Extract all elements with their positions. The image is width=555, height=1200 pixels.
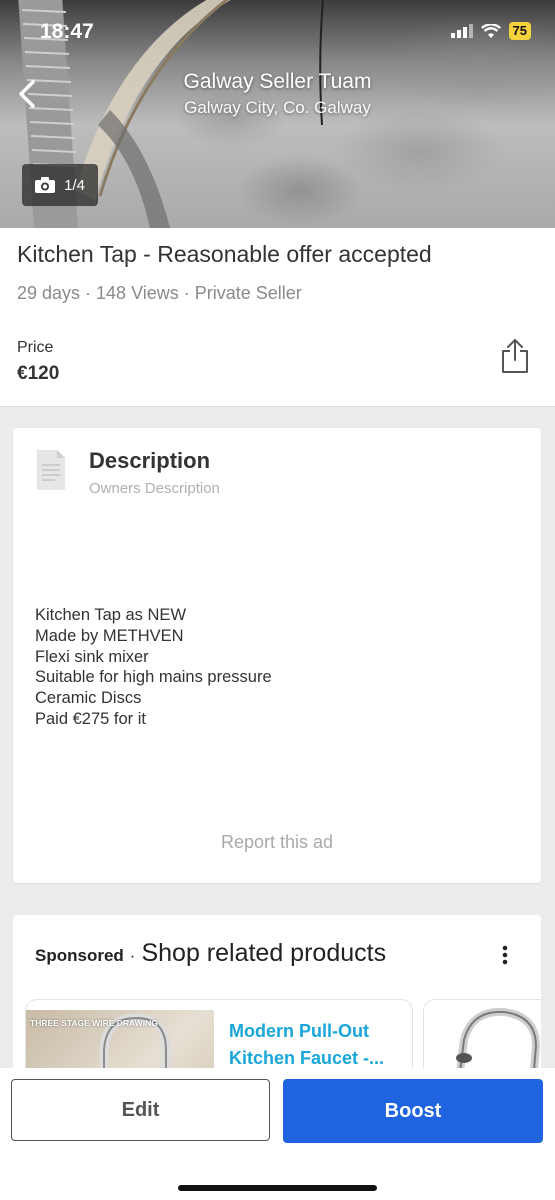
seller-location: Galway City, Co. Galway xyxy=(184,98,371,117)
description-card: Description Owners Description Kitchen T… xyxy=(13,428,541,883)
description-line: Ceramic Discs xyxy=(35,689,142,708)
description-line: Kitchen Tap as NEW xyxy=(35,606,187,624)
cellular-signal-icon xyxy=(450,24,473,38)
listing-info: Kitchen Tap - Reasonable offer accepted … xyxy=(0,228,555,407)
description-line: Flexi sink mixer xyxy=(35,647,149,666)
share-icon xyxy=(502,339,528,373)
more-options-button[interactable] xyxy=(500,944,510,966)
product-image-caption: THREE STAGE WIRE DRAWING xyxy=(30,1018,158,1028)
edit-button[interactable]: Edit xyxy=(11,1079,270,1141)
status-icons: 75 xyxy=(450,22,531,40)
description-title: Description xyxy=(89,448,211,473)
status-time: 18:47 xyxy=(40,20,94,43)
sponsored-title: Shop related products xyxy=(141,939,387,967)
listing-meta: 29 days · 148 Views · Private Seller xyxy=(17,283,302,303)
description-line: Made by METHVEN xyxy=(35,626,184,645)
home-indicator[interactable] xyxy=(178,1185,377,1191)
share-button[interactable] xyxy=(499,336,531,376)
document-icon xyxy=(37,450,65,490)
status-bar: 18:47 75 xyxy=(0,0,555,60)
listing-photo[interactable]: 18:47 75 Galway Seller Tuam Galway City,… xyxy=(0,0,555,228)
seller-name: Galway Seller Tuam xyxy=(183,70,372,93)
description-subtitle: Owners Description xyxy=(89,480,220,497)
bottom-action-bar: Edit Boost xyxy=(0,1068,555,1200)
sponsored-section: Sponsored · Shop related products THREE … xyxy=(13,915,541,1085)
sponsored-separator: · xyxy=(129,946,136,965)
more-vertical-icon xyxy=(502,945,508,965)
description-line: Suitable for high mains pressure xyxy=(35,668,272,687)
price-label: Price xyxy=(17,339,54,356)
wifi-icon xyxy=(480,23,501,38)
description-line: Paid €275 for it xyxy=(35,709,146,728)
battery-indicator: 75 xyxy=(508,22,531,40)
photo-counter[interactable]: 1/4 xyxy=(22,164,98,206)
boost-button[interactable]: Boost xyxy=(283,1079,543,1143)
listing-title: Kitchen Tap - Reasonable offer accepted xyxy=(17,241,432,267)
product-name[interactable]: Modern Pull-Out Kitchen Faucet -... xyxy=(229,1018,399,1072)
report-ad-link[interactable]: Report this ad xyxy=(13,832,541,853)
description-body: Kitchen Tap as NEW Made by METHVEN Flexi… xyxy=(35,605,272,730)
photo-counter-label: 1/4 xyxy=(64,176,85,194)
sponsored-label: Sponsored xyxy=(35,946,124,965)
price-value: €120 xyxy=(17,363,60,384)
sponsored-header: Sponsored · Shop related products xyxy=(35,939,386,968)
camera-icon xyxy=(35,177,56,193)
seller-header: Galway Seller Tuam Galway City, Co. Galw… xyxy=(0,70,555,118)
